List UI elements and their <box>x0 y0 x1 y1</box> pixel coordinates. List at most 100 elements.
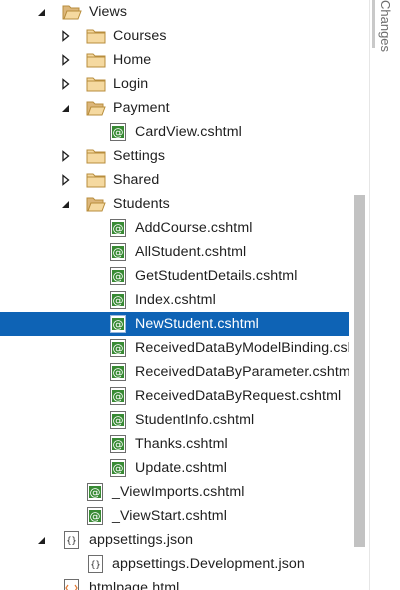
razor-file-icon: @ <box>109 291 129 309</box>
tree-item-appsettings-file[interactable]: {} appsettings.json <box>0 528 349 552</box>
razor-file-icon: @ <box>109 339 129 357</box>
tree-item-razor-file[interactable]: @ ReceivedDataByRequest.cshtml <box>0 384 349 408</box>
json-file-icon: {} <box>86 555 106 573</box>
tree-item-label: Thanks.cshtml <box>135 436 228 452</box>
tree-item-shared-folder[interactable]: Shared <box>0 168 349 192</box>
tree-item-razor-file[interactable]: @ ReceivedDataByParameter.cshtml <box>0 360 349 384</box>
svg-text:@: @ <box>113 126 124 139</box>
tree-item-label: Views <box>89 4 128 20</box>
tab-changes-label: Changes <box>378 0 393 53</box>
tree-item-label: StudentInfo.cshtml <box>135 412 255 428</box>
tree-item-label: ReceivedDataByRequest.cshtml <box>135 388 342 404</box>
folder-icon <box>86 147 106 165</box>
tree-item-label: _ViewStart.cshtml <box>112 508 227 524</box>
tree-item-home-folder[interactable]: Home <box>0 48 349 72</box>
tree-item-htmlpage-file[interactable]: htmlpage.html <box>0 576 349 590</box>
expand-arrow-icon[interactable] <box>60 174 72 186</box>
svg-text:@: @ <box>90 486 101 499</box>
expand-arrow-icon[interactable] <box>60 54 72 66</box>
tree-item-settings-folder[interactable]: Settings <box>0 144 349 168</box>
razor-file-icon: @ <box>109 387 129 405</box>
tree-item-label: htmlpage.html <box>89 580 180 590</box>
svg-text:@: @ <box>113 390 124 403</box>
collapse-arrow-icon[interactable] <box>60 198 72 210</box>
tree-item-login-folder[interactable]: Login <box>0 72 349 96</box>
expand-arrow-icon[interactable] <box>60 78 72 90</box>
svg-text:@: @ <box>113 462 124 475</box>
solution-explorer-tree: Views Courses Home Login Payment @ CardV… <box>0 0 369 590</box>
folder-open-icon <box>86 99 106 117</box>
tree-item-label: AddCourse.cshtml <box>135 220 253 236</box>
tree-item-razor-file[interactable]: @ AllStudent.cshtml <box>0 240 349 264</box>
tree-item-payment-folder[interactable]: Payment <box>0 96 349 120</box>
tree-item-razor-file-selected[interactable]: @ NewStudent.cshtml <box>0 312 349 336</box>
svg-text:@: @ <box>113 342 124 355</box>
tree-item-label: Students <box>113 196 170 212</box>
svg-text:@: @ <box>113 246 124 259</box>
folder-open-icon <box>62 3 82 21</box>
folder-icon <box>86 75 106 93</box>
svg-text:@: @ <box>113 414 124 427</box>
razor-file-icon: @ <box>109 219 129 237</box>
razor-file-icon: @ <box>109 435 129 453</box>
svg-text:{}: {} <box>66 537 76 547</box>
tree-item-label: Courses <box>113 28 167 44</box>
tree-item-razor-file[interactable]: @ Index.cshtml <box>0 288 349 312</box>
razor-file-icon: @ <box>109 123 129 141</box>
svg-text:@: @ <box>113 438 124 451</box>
tree-item-views-folder[interactable]: Views <box>0 0 349 24</box>
folder-open-icon <box>86 195 106 213</box>
razor-file-icon: @ <box>109 267 129 285</box>
folder-icon <box>86 171 106 189</box>
collapse-arrow-icon[interactable] <box>36 534 48 546</box>
tree-item-label: Home <box>113 52 152 68</box>
tree-item-appsettings-development-file[interactable]: {} appsettings.Development.json <box>0 552 349 576</box>
json-file-icon: {} <box>62 531 82 549</box>
svg-text:@: @ <box>113 318 124 331</box>
tree-item-label: CardView.cshtml <box>135 124 242 140</box>
tree-item-label: _ViewImports.cshtml <box>112 484 245 500</box>
tree-item-label: Settings <box>113 148 166 164</box>
tree-item-razor-file[interactable]: @ StudentInfo.cshtml <box>0 408 349 432</box>
collapse-arrow-icon[interactable] <box>36 6 48 18</box>
tree-item-label: Index.cshtml <box>135 292 216 308</box>
tree-item-label: GetStudentDetails.cshtml <box>135 268 298 284</box>
tree-item-razor-file[interactable]: @ AddCourse.cshtml <box>0 216 349 240</box>
razor-file-icon: @ <box>109 459 129 477</box>
tree-item-label: Login <box>113 76 149 92</box>
tree-item-label: ReceivedDataByModelBinding.cshtml <box>135 340 349 356</box>
tree-item-students-folder[interactable]: Students <box>0 192 349 216</box>
svg-text:@: @ <box>113 294 124 307</box>
razor-file-icon: @ <box>109 315 129 333</box>
svg-text:{}: {} <box>90 561 100 571</box>
svg-text:@: @ <box>113 270 124 283</box>
tree-item-label: Update.cshtml <box>135 460 227 476</box>
scrollbar-thumb[interactable] <box>354 195 365 547</box>
tree-item-viewstart-file[interactable]: @ _ViewStart.cshtml <box>0 504 349 528</box>
tab-changes[interactable]: Changes <box>374 0 396 60</box>
razor-file-icon: @ <box>86 507 106 525</box>
razor-file-icon: @ <box>109 411 129 429</box>
svg-text:@: @ <box>113 222 124 235</box>
side-panel-tab-strip: Changes <box>369 0 400 590</box>
folder-icon <box>86 27 106 45</box>
tree-item-label: NewStudent.cshtml <box>135 316 259 332</box>
collapse-arrow-icon[interactable] <box>60 102 72 114</box>
razor-file-icon: @ <box>86 483 106 501</box>
expand-arrow-icon[interactable] <box>60 30 72 42</box>
razor-file-icon: @ <box>109 243 129 261</box>
tree-item-courses-folder[interactable]: Courses <box>0 24 349 48</box>
html-file-icon <box>62 579 82 590</box>
tree-item-razor-file[interactable]: @ GetStudentDetails.cshtml <box>0 264 349 288</box>
tree-item-cardview-file[interactable]: @ CardView.cshtml <box>0 120 349 144</box>
tree-item-label: appsettings.json <box>89 532 194 548</box>
tree-item-label: ReceivedDataByParameter.cshtml <box>135 364 349 380</box>
tree-item-razor-file[interactable]: @ Update.cshtml <box>0 456 349 480</box>
svg-text:@: @ <box>113 366 124 379</box>
tree-item-label: appsettings.Development.json <box>112 556 305 572</box>
tree-item-razor-file[interactable]: @ ReceivedDataByModelBinding.cshtml <box>0 336 349 360</box>
expand-arrow-icon[interactable] <box>60 150 72 162</box>
tree-item-viewimports-file[interactable]: @ _ViewImports.cshtml <box>0 480 349 504</box>
tree-item-razor-file[interactable]: @ Thanks.cshtml <box>0 432 349 456</box>
tree-item-label: Shared <box>113 172 160 188</box>
